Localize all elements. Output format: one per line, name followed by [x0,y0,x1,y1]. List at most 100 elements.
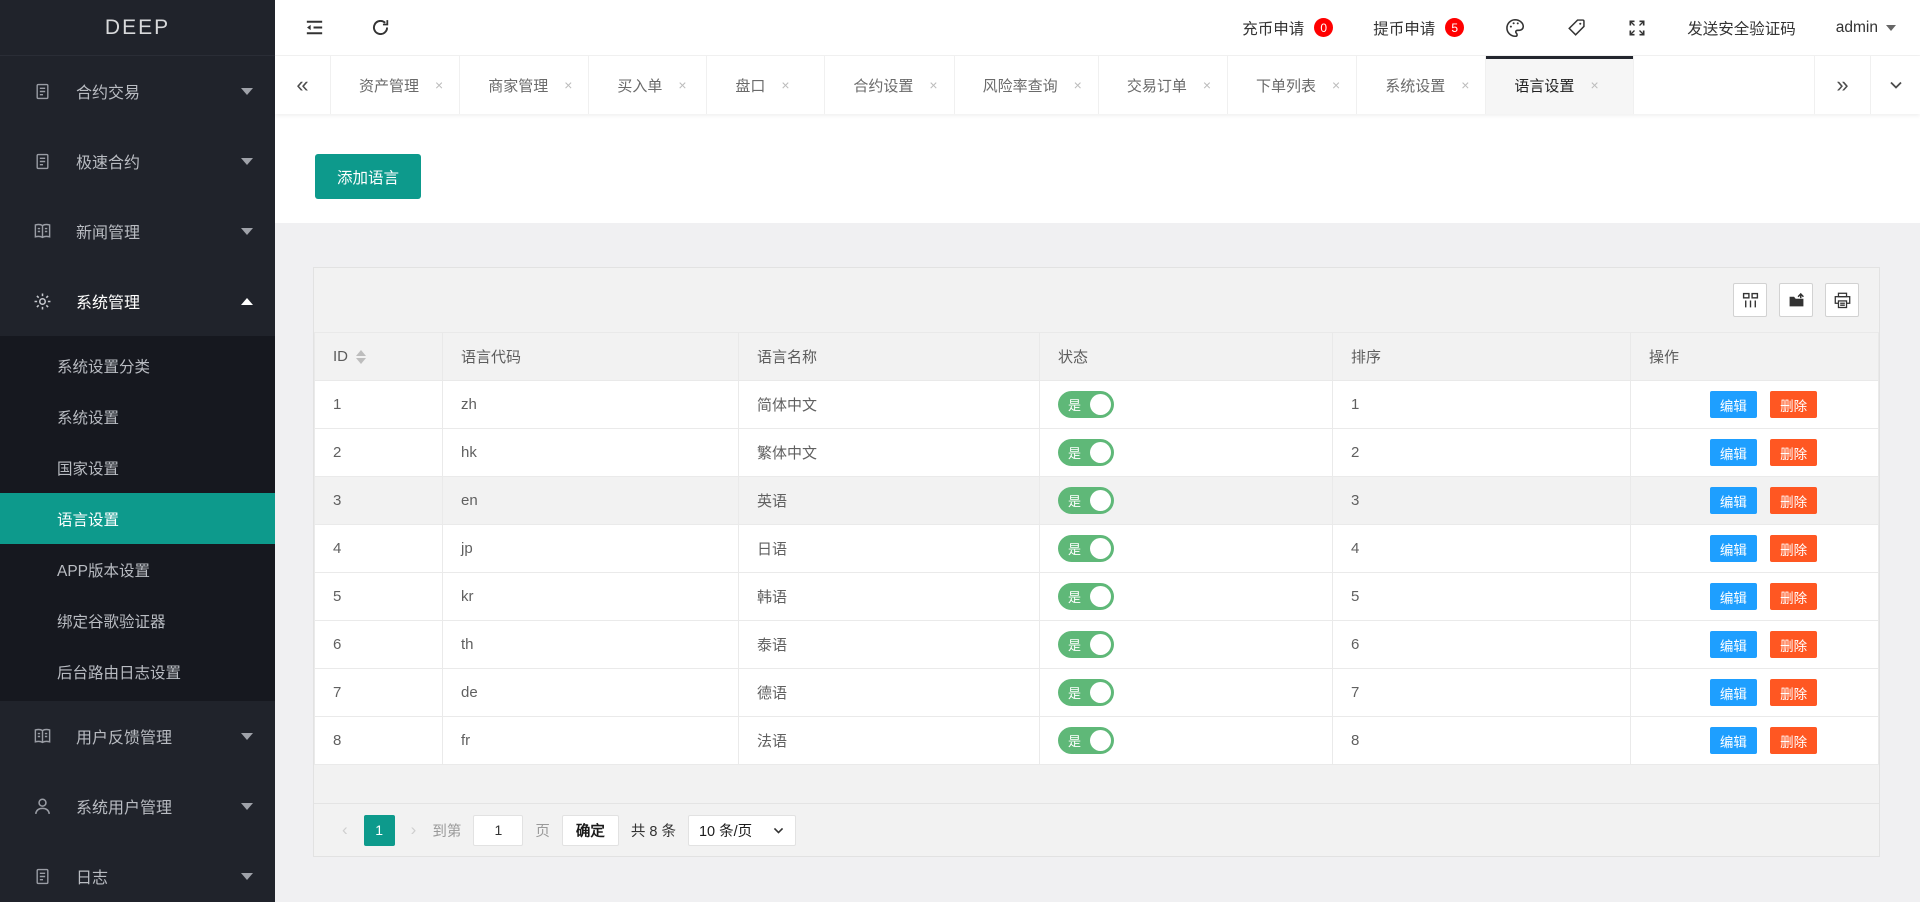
tab-close-icon[interactable]: × [1590,77,1598,93]
sidebar-subitem-后台路由日志设置[interactable]: 后台路由日志设置 [0,646,275,697]
tabs-scroll-right[interactable]: » [1814,56,1870,114]
tab-风险率查询[interactable]: 风险率查询 × [955,56,1099,114]
refresh-icon[interactable] [370,17,391,38]
columns-icon[interactable] [1733,283,1767,317]
chevron-icon [241,803,253,810]
edit-button[interactable]: 编辑 [1710,535,1757,562]
sidebar-subitem-绑定谷歌验证器[interactable]: 绑定谷歌验证器 [0,595,275,646]
sidebar-item-system-manage[interactable]: 系统管理 [0,266,275,336]
delete-button[interactable]: 删除 [1770,631,1817,658]
action-band: 添加语言 [275,114,1920,223]
sidebar-item-user-feedback[interactable]: 用户反馈管理 [0,701,275,771]
status-toggle[interactable]: 是 [1058,727,1114,754]
sidebar-subitem-APP版本设置[interactable]: APP版本设置 [0,544,275,595]
tab-盘口[interactable]: 盘口 × [707,56,825,114]
cell-language-code: th [461,636,474,653]
tabs-list: 资产管理 × 商家管理 × 买入单 × 盘口 × 合约设置 × 风险率查询 × … [331,56,1634,114]
edit-button[interactable]: 编辑 [1710,391,1757,418]
send-security-code[interactable]: 发送安全验证码 [1687,17,1796,39]
toggle-knob-icon [1090,730,1111,751]
tab-close-icon[interactable]: × [435,77,443,93]
next-page-icon[interactable]: › [407,820,421,840]
sidebar-item-system-users[interactable]: 系统用户管理 [0,771,275,841]
sidebar-submenu: 系统设置分类 系统设置 国家设置 语言设置 APP版本设置 绑定谷歌验证器 后台… [0,336,275,701]
tab-系统设置[interactable]: 系统设置 × [1357,56,1486,114]
confirm-page-button[interactable]: 确定 [562,815,619,846]
tab-商家管理[interactable]: 商家管理 × [460,56,589,114]
tab-close-icon[interactable]: × [1332,77,1340,93]
tab-close-icon[interactable]: × [781,77,789,93]
print-icon[interactable] [1825,283,1859,317]
tab-买入单[interactable]: 买入单 × [589,56,707,114]
sidebar-item-logs[interactable]: 日志 [0,841,275,902]
cell-sort: 3 [1351,492,1359,509]
current-page[interactable]: 1 [364,815,395,846]
tab-下单列表[interactable]: 下单列表 × [1228,56,1357,114]
edit-button[interactable]: 编辑 [1710,487,1757,514]
withdraw-requests[interactable]: 提币申请 5 [1373,17,1464,39]
tag-icon[interactable] [1566,17,1587,38]
sort-icon[interactable] [356,350,366,364]
delete-button[interactable]: 删除 [1770,439,1817,466]
export-icon[interactable] [1779,283,1813,317]
cell-language-code: hk [461,444,477,461]
withdraw-count-badge: 5 [1445,18,1464,37]
edit-button[interactable]: 编辑 [1710,679,1757,706]
tab-close-icon[interactable]: × [564,77,572,93]
tab-资产管理[interactable]: 资产管理 × [331,56,460,114]
page-size-select[interactable]: 10 条/页 [688,815,796,846]
tabs-dropdown[interactable] [1870,56,1920,114]
tab-语言设置[interactable]: 语言设置 × [1486,56,1633,114]
document-icon [32,153,52,170]
status-toggle[interactable]: 是 [1058,583,1114,610]
edit-button[interactable]: 编辑 [1710,727,1757,754]
fullscreen-icon[interactable] [1627,18,1647,38]
tabs-scroll-left[interactable]: « [275,56,331,114]
topbar: 充币申请 0 提币申请 5 [275,0,1920,56]
sidebar-item-contract-trade[interactable]: 合约交易 [0,56,275,126]
cell-language-code: zh [461,396,477,413]
status-toggle[interactable]: 是 [1058,487,1114,514]
status-toggle[interactable]: 是 [1058,631,1114,658]
sidebar-subitem-国家设置[interactable]: 国家设置 [0,442,275,493]
page-number-input[interactable] [473,815,523,846]
tab-close-icon[interactable]: × [929,77,937,93]
table-row: 4 jp 日语 是 4 编辑 删除 [315,525,1879,573]
prev-page-icon[interactable]: ‹ [338,820,352,840]
tab-交易订单[interactable]: 交易订单 × [1099,56,1228,114]
cell-id: 7 [333,684,341,701]
table-head: ID语言代码语言名称状态排序操作 [315,333,1879,381]
status-toggle[interactable]: 是 [1058,439,1114,466]
sidebar-subitem-系统设置分类[interactable]: 系统设置分类 [0,340,275,391]
status-toggle[interactable]: 是 [1058,535,1114,562]
sidebar-subitem-系统设置[interactable]: 系统设置 [0,391,275,442]
tab-close-icon[interactable]: × [1203,77,1211,93]
delete-button[interactable]: 删除 [1770,583,1817,610]
sidebar-item-fast-contract[interactable]: 极速合约 [0,126,275,196]
app-logo: DEEP [0,0,275,56]
status-toggle[interactable]: 是 [1058,391,1114,418]
delete-button[interactable]: 删除 [1770,727,1817,754]
status-toggle[interactable]: 是 [1058,679,1114,706]
tab-close-icon[interactable]: × [1074,77,1082,93]
delete-button[interactable]: 删除 [1770,679,1817,706]
sidebar-subitem-语言设置[interactable]: 语言设置 [0,493,275,544]
chevron-icon [241,873,253,880]
collapse-menu-icon[interactable] [303,16,326,39]
edit-button[interactable]: 编辑 [1710,439,1757,466]
table-row: 7 de 德语 是 7 编辑 删除 [315,669,1879,717]
delete-button[interactable]: 删除 [1770,535,1817,562]
admin-menu[interactable]: admin [1836,19,1896,37]
delete-button[interactable]: 删除 [1770,391,1817,418]
tab-close-icon[interactable]: × [678,77,686,93]
edit-button[interactable]: 编辑 [1710,583,1757,610]
tab-合约设置[interactable]: 合约设置 × [825,56,954,114]
palette-icon[interactable] [1504,17,1526,39]
delete-button[interactable]: 删除 [1770,487,1817,514]
sidebar-item-news-manage[interactable]: 新闻管理 [0,196,275,266]
add-language-button[interactable]: 添加语言 [315,154,421,199]
cell-sort: 7 [1351,684,1359,701]
tab-close-icon[interactable]: × [1461,77,1469,93]
deposit-requests[interactable]: 充币申请 0 [1242,17,1333,39]
edit-button[interactable]: 编辑 [1710,631,1757,658]
